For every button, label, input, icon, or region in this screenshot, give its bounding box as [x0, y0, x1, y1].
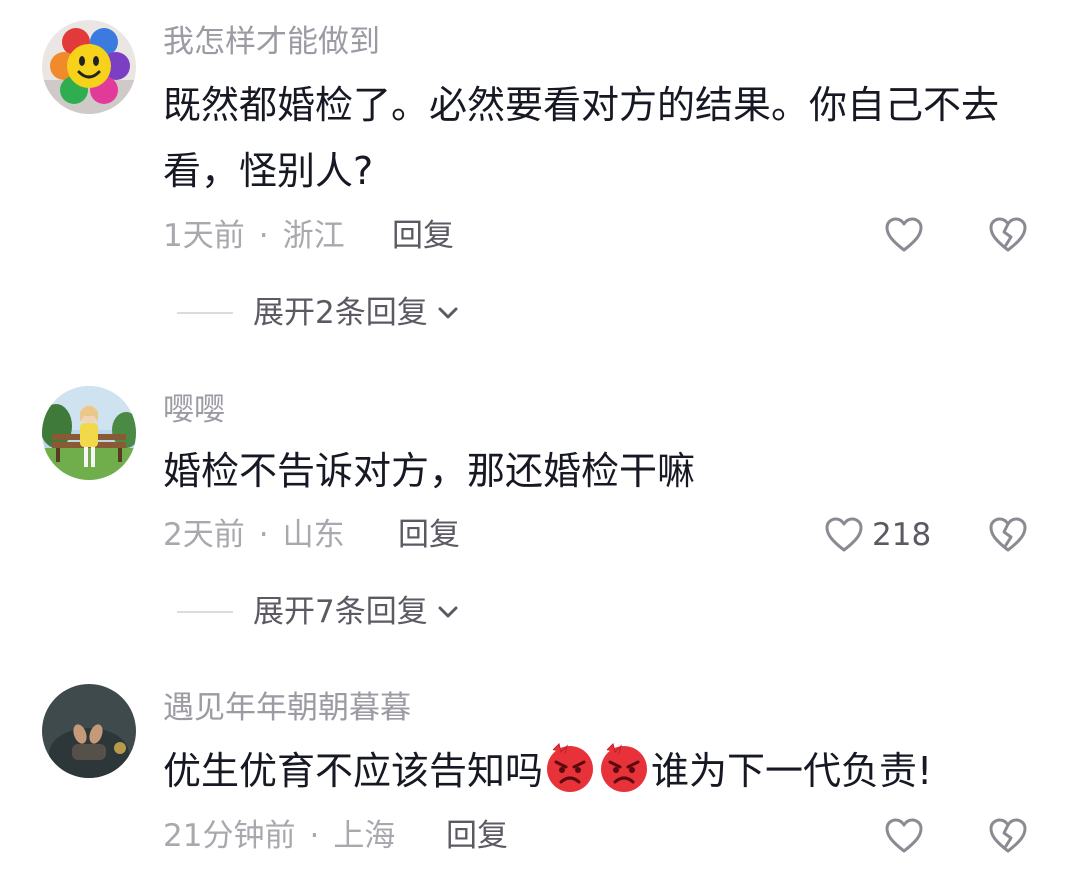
expand-replies-button[interactable]: 展开7条回复: [177, 592, 462, 632]
comment-text: 婚检不告诉对方，那还婚检干嘛: [163, 449, 696, 493]
chevron-down-icon: [438, 307, 458, 319]
meta-separator: ·: [258, 218, 269, 254]
comment-text-start: 优生优育不应该告知吗: [163, 749, 544, 793]
divider-line: [177, 611, 233, 613]
comment-location: 浙江: [282, 218, 345, 254]
meta-separator: ·: [309, 818, 320, 854]
comment-text: 优生优育不应该告知吗 谁为下一代负责!: [163, 738, 1033, 804]
angry-face-emoji-icon: [547, 743, 594, 792]
heart-outline-icon: [885, 217, 923, 252]
comment-item: 我怎样才能做到 既然都婚检了。必然要看对方的结果。你自己不去看，怪别人? 1天前…: [0, 0, 1080, 340]
username[interactable]: 我怎样才能做到: [163, 22, 380, 62]
angry-face-emoji-icon: [601, 743, 648, 792]
expand-replies-label: 展开7条回复: [253, 594, 428, 630]
girl-on-bench-avatar-icon: [42, 386, 136, 480]
expand-replies-button[interactable]: 展开2条回复: [177, 293, 462, 333]
dislike-button[interactable]: [986, 814, 1030, 858]
comment-location: 山东: [282, 517, 345, 553]
user-avatar[interactable]: [42, 386, 136, 480]
broken-heart-outline-icon: [989, 217, 1027, 252]
heart-outline-icon: [825, 517, 863, 552]
comment-time: 2天前: [163, 517, 245, 553]
expand-replies-label: 展开2条回复: [253, 295, 428, 331]
username[interactable]: 遇见年年朝朝暮暮: [163, 688, 411, 728]
comment-meta: 1天前 · 浙江: [163, 216, 345, 256]
username[interactable]: 嘤嘤: [163, 390, 225, 430]
broken-heart-outline-icon: [989, 517, 1027, 552]
user-avatar[interactable]: [42, 684, 136, 778]
reply-button[interactable]: 回复: [398, 515, 460, 555]
like-button[interactable]: 218: [822, 513, 931, 557]
chevron-down-icon: [438, 606, 458, 618]
dislike-button[interactable]: [986, 213, 1030, 257]
like-button[interactable]: [882, 814, 926, 858]
comment-text-end: 谁为下一代负责!: [651, 749, 933, 793]
comment-time: 1天前: [163, 218, 245, 254]
comment-item: 遇见年年朝朝暮暮 优生优育不应该告知吗 谁为下一代负责! 21分钟前 · 上海 回复: [0, 660, 1080, 878]
comment-time: 21分钟前: [163, 818, 296, 854]
reply-button[interactable]: 回复: [446, 816, 508, 856]
like-count: 218: [872, 517, 932, 553]
comment-item: 嘤嘤 婚检不告诉对方，那还婚检干嘛 2天前 · 山东 回复 218 展开7条回复: [0, 340, 1080, 660]
comment-text: 既然都婚检了。必然要看对方的结果。你自己不去看，怪别人?: [163, 83, 1000, 193]
rainbow-smiley-avatar-icon: [42, 20, 136, 114]
dislike-button[interactable]: [986, 513, 1030, 557]
comment-meta: 2天前 · 山东: [163, 515, 345, 555]
comment-meta: 21分钟前 · 上海: [163, 816, 395, 856]
meta-separator: ·: [258, 517, 269, 553]
comment-location: 上海: [333, 818, 396, 854]
divider-line: [177, 312, 233, 314]
heart-outline-icon: [885, 818, 923, 853]
reply-button[interactable]: 回复: [392, 216, 454, 256]
broken-heart-outline-icon: [989, 818, 1027, 853]
user-avatar[interactable]: [42, 20, 136, 114]
dark-photo-avatar-icon: [42, 684, 136, 778]
like-button[interactable]: [882, 213, 926, 257]
